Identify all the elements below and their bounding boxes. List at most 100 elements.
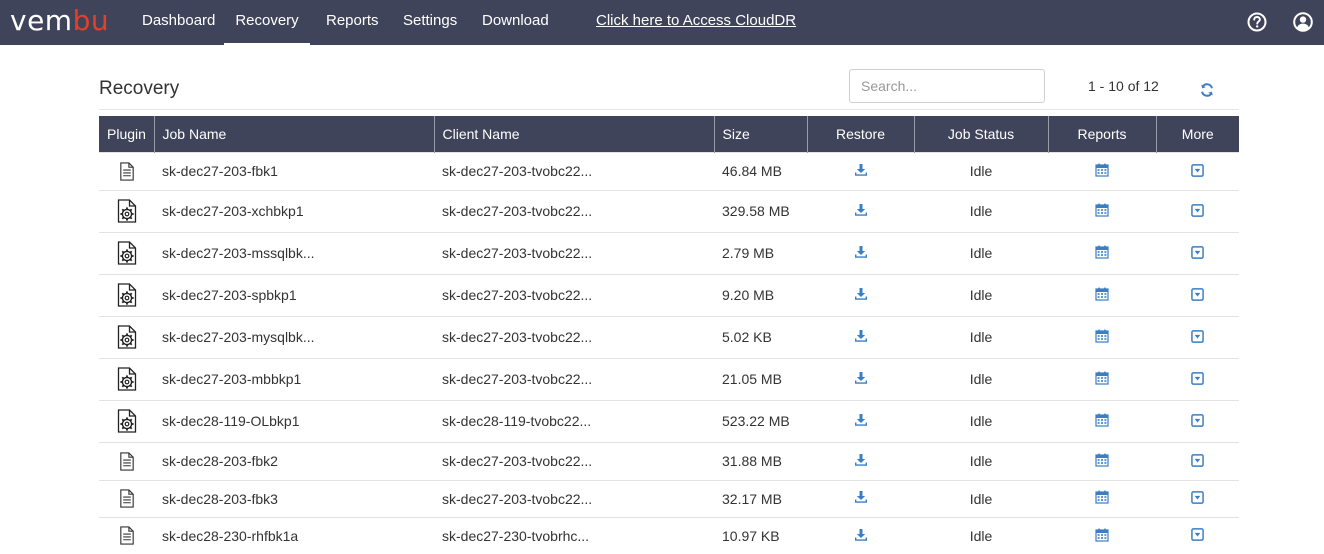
help-icon[interactable] (1246, 11, 1268, 33)
table-row[interactable]: sk-dec27-203-mbbkp1 sk-dec27-203-tvobc22.… (99, 357, 1239, 400)
download-icon[interactable] (854, 528, 868, 545)
header-job-status[interactable]: Job Status (913, 116, 1048, 152)
job-status-cell: Idle (914, 399, 1048, 442)
file-document-icon (119, 489, 135, 508)
search-input[interactable] (849, 69, 1045, 103)
job-name-cell[interactable]: sk-dec27-203-xchbkp1 (154, 189, 434, 232)
client-name-cell: sk-dec27-203-tvobc22... (434, 479, 714, 517)
download-icon[interactable] (854, 245, 868, 262)
nav-download[interactable]: Download (482, 0, 549, 45)
nav-settings[interactable]: Settings (403, 0, 457, 45)
job-name-cell[interactable]: sk-dec27-203-mysqlbk... (154, 315, 434, 358)
table-row[interactable]: sk-dec28-119-OLbkp1 sk-dec28-119-tvobc22.… (99, 399, 1239, 442)
vembu-logo[interactable]: vembu (10, 5, 109, 37)
file-document-icon (119, 162, 135, 181)
client-name-cell: sk-dec27-203-tvobc22... (434, 315, 714, 358)
table-row[interactable]: sk-dec27-203-mysqlbk... sk-dec27-203-tvob… (99, 315, 1239, 358)
table-row[interactable]: sk-dec28-203-fbk3 sk-dec27-203-tvobc22...… (99, 479, 1239, 517)
header-restore: Restore (806, 116, 914, 152)
logo-text-accent: bu (72, 4, 110, 37)
job-status-cell: Idle (914, 273, 1048, 316)
dropdown-menu-icon[interactable] (1191, 528, 1204, 544)
job-name-cell[interactable]: sk-dec27-203-spbkp1 (154, 273, 434, 316)
table-row[interactable]: sk-dec27-203-spbkp1 sk-dec27-203-tvobc22.… (99, 273, 1239, 316)
nav-reports[interactable]: Reports (326, 0, 379, 45)
size-cell: 523.22 MB (714, 399, 807, 442)
table-row[interactable]: sk-dec27-203-xchbkp1 sk-dec27-203-tvobc22… (99, 189, 1239, 232)
file-document-icon (119, 526, 135, 545)
download-icon[interactable] (854, 453, 868, 470)
gear-document-icon (117, 409, 137, 433)
table-row[interactable]: sk-dec28-203-fbk2 sk-dec27-203-tvobc22...… (99, 441, 1239, 480)
job-name-cell[interactable]: sk-dec28-203-fbk2 (154, 441, 434, 480)
download-icon[interactable] (854, 371, 868, 388)
download-icon[interactable] (854, 287, 868, 304)
calendar-icon[interactable] (1095, 453, 1109, 470)
dropdown-menu-icon[interactable] (1191, 454, 1204, 470)
client-name-cell: sk-dec27-203-tvobc22... (434, 441, 714, 480)
dropdown-menu-icon[interactable] (1191, 288, 1204, 304)
nav-dashboard[interactable]: Dashboard (142, 0, 215, 45)
size-cell: 9.20 MB (714, 273, 807, 316)
calendar-icon[interactable] (1095, 245, 1109, 262)
calendar-icon[interactable] (1095, 329, 1109, 346)
download-icon[interactable] (854, 163, 868, 180)
pagination-info: 1 - 10 of 12 (1088, 78, 1159, 94)
job-name-cell[interactable]: sk-dec27-203-fbk1 (154, 151, 434, 190)
dropdown-menu-icon[interactable] (1191, 164, 1204, 180)
header-size[interactable]: Size (713, 116, 807, 152)
job-status-cell: Idle (914, 151, 1048, 190)
size-cell: 21.05 MB (714, 357, 807, 400)
size-cell: 31.88 MB (714, 441, 807, 480)
job-name-cell[interactable]: sk-dec28-230-rhfbk1a (154, 516, 434, 554)
header-client-name[interactable]: Client Name (433, 116, 714, 152)
dropdown-menu-icon[interactable] (1191, 414, 1204, 430)
table-header-row: Plugin Job Name Client Name Size Restore… (99, 116, 1239, 152)
client-name-cell: sk-dec27-203-tvobc22... (434, 189, 714, 232)
download-icon[interactable] (854, 329, 868, 346)
client-name-cell: sk-dec27-203-tvobc22... (434, 357, 714, 400)
gear-document-icon (117, 367, 137, 391)
table-row[interactable]: sk-dec28-230-rhfbk1a sk-dec27-230-tvobrhc… (99, 516, 1239, 554)
title-divider (99, 109, 1239, 110)
job-name-cell[interactable]: sk-dec27-203-mssqlbk... (154, 231, 434, 274)
download-icon[interactable] (854, 203, 868, 220)
calendar-icon[interactable] (1095, 413, 1109, 430)
dropdown-menu-icon[interactable] (1191, 491, 1204, 507)
refresh-icon[interactable] (1199, 82, 1215, 98)
job-status-cell: Idle (914, 231, 1048, 274)
client-name-cell: sk-dec28-119-tvobc22... (434, 399, 714, 442)
user-icon[interactable] (1292, 11, 1314, 33)
size-cell: 2.79 MB (714, 231, 807, 274)
dropdown-menu-icon[interactable] (1191, 372, 1204, 388)
size-cell: 32.17 MB (714, 479, 807, 517)
header-more: More (1155, 116, 1239, 152)
download-icon[interactable] (854, 490, 868, 507)
calendar-icon[interactable] (1095, 163, 1109, 180)
clouddr-access-link[interactable]: Click here to Access CloudDR (596, 0, 796, 45)
client-name-cell: sk-dec27-203-tvobc22... (434, 151, 714, 190)
dropdown-menu-icon[interactable] (1191, 330, 1204, 346)
job-status-cell: Idle (914, 315, 1048, 358)
calendar-icon[interactable] (1095, 203, 1109, 220)
calendar-icon[interactable] (1095, 490, 1109, 507)
calendar-icon[interactable] (1095, 371, 1109, 388)
download-icon[interactable] (854, 413, 868, 430)
table-row[interactable]: sk-dec27-203-mssqlbk... sk-dec27-203-tvob… (99, 231, 1239, 274)
dropdown-menu-icon[interactable] (1191, 246, 1204, 262)
calendar-icon[interactable] (1095, 528, 1109, 545)
recovery-jobs-table: Plugin Job Name Client Name Size Restore… (99, 116, 1239, 554)
job-name-cell[interactable]: sk-dec27-203-mbbkp1 (154, 357, 434, 400)
table-row[interactable]: sk-dec27-203-fbk1 sk-dec27-203-tvobc22...… (99, 151, 1239, 190)
header-plugin[interactable]: Plugin (99, 116, 154, 152)
job-name-cell[interactable]: sk-dec28-203-fbk3 (154, 479, 434, 517)
dropdown-menu-icon[interactable] (1191, 204, 1204, 220)
nav-recovery[interactable]: Recovery (224, 0, 310, 45)
header-reports: Reports (1047, 116, 1156, 152)
top-navigation-bar: vembu Dashboard Recovery Reports Setting… (0, 0, 1324, 45)
calendar-icon[interactable] (1095, 287, 1109, 304)
gear-document-icon (117, 241, 137, 265)
size-cell: 10.97 KB (714, 516, 807, 554)
header-job-name[interactable]: Job Name (153, 116, 434, 152)
job-name-cell[interactable]: sk-dec28-119-OLbkp1 (154, 399, 434, 442)
